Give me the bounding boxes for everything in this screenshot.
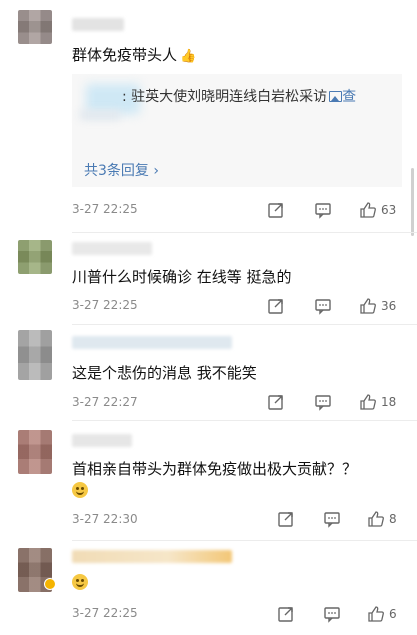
- like-icon: [359, 297, 377, 315]
- comment-icon[interactable]: [323, 604, 341, 624]
- reply-preview-box[interactable]: : 驻英大使刘晓明连线白岩松采访查 共3条回复 ›: [72, 74, 402, 187]
- like-button[interactable]: 8: [367, 509, 397, 529]
- avatar[interactable]: [18, 430, 52, 474]
- comment-body: 这是个悲伤的消息 我不能笑: [72, 364, 257, 382]
- like-icon: [359, 201, 377, 219]
- comment-actions: 18: [267, 392, 417, 412]
- comment-item: 首相亲自带头为群体免疫做出极大贡献？？ 3-27 22:30 8: [0, 420, 417, 540]
- comment-timestamp: 3-27 22:25: [72, 202, 138, 216]
- comment-timestamp: 3-27 22:27: [72, 395, 138, 409]
- like-button[interactable]: 36: [359, 296, 396, 316]
- comment-text: 川普什么时候确诊 在线等 挺急的: [72, 266, 292, 287]
- like-button[interactable]: 63: [359, 200, 396, 220]
- comment-item: 川普什么时候确诊 在线等 挺急的 3-27 22:25 36: [0, 232, 417, 324]
- grin-emoji-icon: [72, 482, 88, 498]
- scrollbar[interactable]: [411, 168, 414, 236]
- repost-icon[interactable]: [267, 200, 285, 220]
- reply-preview-content: : 驻英大使刘晓明连线白岩松采访: [122, 89, 328, 105]
- comment-actions: 63: [267, 200, 417, 220]
- comment-icon[interactable]: [314, 392, 332, 412]
- username-blurred[interactable]: [72, 434, 132, 447]
- comment-icon[interactable]: [323, 509, 341, 529]
- repost-icon[interactable]: [267, 392, 285, 412]
- like-icon: [367, 605, 385, 623]
- comment-body: 群体免疫带头人: [72, 46, 178, 64]
- reply-preview-text[interactable]: : 驻英大使刘晓明连线白岩松采访查: [122, 86, 356, 106]
- username-blurred[interactable]: [72, 242, 152, 255]
- comment-text: [72, 574, 88, 592]
- grin-emoji-icon: [72, 574, 88, 590]
- view-all-replies-link[interactable]: 共3条回复 ›: [84, 160, 159, 180]
- comment-item: 群体免疫带头人 👍 : 驻英大使刘晓明连线白岩松采访查 共3条回复 › 3-27 …: [0, 0, 417, 240]
- comment-icon[interactable]: [314, 200, 332, 220]
- comment-timestamp: 3-27 22:25: [72, 606, 138, 620]
- comment-text: 群体免疫带头人 👍: [72, 44, 196, 65]
- comment-body: 首相亲自带头为群体免疫做出极大贡献？？: [72, 460, 358, 478]
- like-button[interactable]: 6: [367, 604, 397, 624]
- comment-item: 3-27 22:25 6: [0, 540, 417, 635]
- comment-actions: 36: [267, 296, 417, 316]
- verified-badge-icon: [44, 578, 56, 590]
- picture-icon[interactable]: [329, 91, 343, 102]
- like-count: 63: [381, 203, 397, 217]
- avatar[interactable]: [18, 10, 52, 44]
- avatar[interactable]: [18, 240, 52, 274]
- comment-actions: 6: [267, 604, 417, 624]
- comment-text: 这是个悲伤的消息 我不能笑: [72, 362, 257, 383]
- comment-icon[interactable]: [314, 296, 332, 316]
- comment-timestamp: 3-27 22:30: [72, 512, 138, 526]
- avatar[interactable]: [18, 330, 52, 380]
- username-blurred[interactable]: [72, 550, 232, 563]
- repost-icon[interactable]: [277, 509, 295, 529]
- repost-icon[interactable]: [277, 604, 295, 624]
- like-icon: [367, 510, 385, 528]
- like-count: 18: [381, 395, 397, 409]
- username-blurred[interactable]: [72, 336, 232, 349]
- username-blurred[interactable]: [72, 18, 124, 31]
- like-icon: [359, 393, 377, 411]
- like-count: 6: [389, 607, 397, 621]
- like-count: 8: [389, 512, 397, 526]
- comment-body: 川普什么时候确诊 在线等 挺急的: [72, 268, 292, 286]
- comment-emoji-line: [72, 482, 88, 500]
- thumbs-up-emoji-icon: 👍: [180, 49, 197, 64]
- comment-item: 这是个悲伤的消息 我不能笑 3-27 22:27 18: [0, 324, 417, 420]
- repost-icon[interactable]: [267, 296, 285, 316]
- comment-timestamp: 3-27 22:25: [72, 298, 138, 312]
- like-count: 36: [381, 299, 397, 313]
- view-picture-link[interactable]: 查: [342, 89, 356, 105]
- comment-actions: 8: [267, 509, 417, 529]
- comment-text: 首相亲自带头为群体免疫做出极大贡献？？: [72, 458, 357, 479]
- reply-author-blurred: [80, 110, 120, 120]
- like-button[interactable]: 18: [359, 392, 396, 412]
